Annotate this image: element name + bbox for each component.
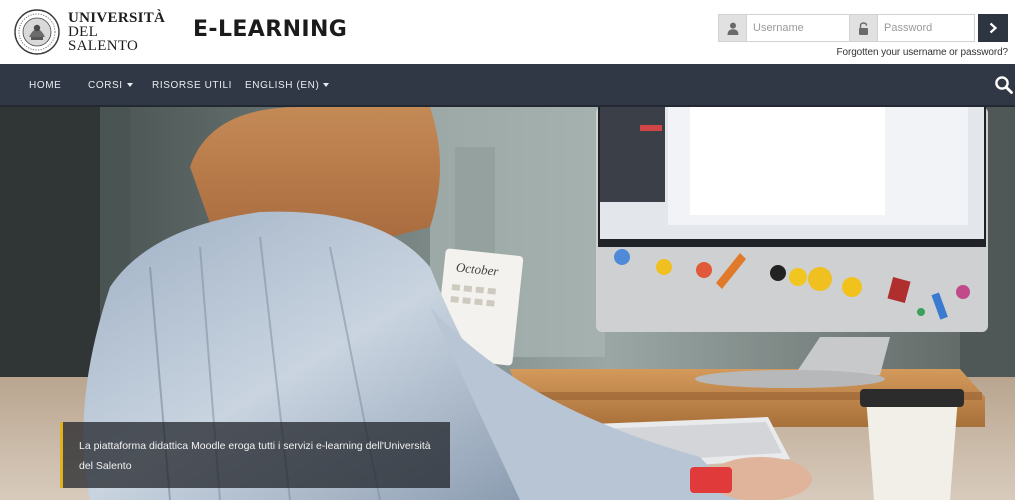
username-input[interactable]	[746, 14, 864, 42]
hero-caption: La piattaforma didattica Moodle eroga tu…	[60, 422, 450, 488]
nav-item-label: CORSI	[88, 80, 123, 91]
caret-down-icon	[323, 83, 330, 88]
login-submit-button[interactable]	[978, 14, 1008, 42]
forgot-credentials-link[interactable]: Forgotten your username or password?	[837, 47, 1009, 58]
logo-line-1: UNIVERSITÀ	[68, 10, 166, 26]
password-group	[849, 14, 975, 42]
nav-item-label: HOME	[29, 80, 62, 91]
username-group	[718, 14, 864, 42]
search-icon[interactable]	[994, 75, 1014, 95]
chevron-right-icon	[989, 22, 998, 34]
user-icon	[718, 14, 746, 42]
university-logo[interactable]: UNIVERSITÀ DEL SALENTO	[14, 9, 166, 55]
nav-item-home[interactable]: HOME	[29, 64, 61, 105]
nav-item-label: ENGLISH (EN)	[245, 80, 320, 91]
logo-line-2: DEL SALENTO	[68, 24, 139, 54]
site-header: UNIVERSITÀ DEL SALENTO E-LEARNING Forgot…	[0, 0, 1015, 64]
nav-item-corsi[interactable]: CORSI	[88, 64, 133, 105]
university-seal-icon	[14, 9, 60, 55]
caret-down-icon	[126, 83, 133, 88]
site-title: E-LEARNING	[193, 17, 348, 42]
nav-item-label: RISORSE UTILI	[152, 80, 233, 91]
nav-item-risorse-utili[interactable]: RISORSE UTILI	[152, 64, 232, 105]
main-navbar: HOME CORSI RISORSE UTILI ENGLISH (EN)	[0, 64, 1015, 107]
password-input[interactable]	[877, 14, 975, 42]
nav-item-language[interactable]: ENGLISH (EN)	[245, 64, 330, 105]
lock-icon	[849, 14, 877, 42]
